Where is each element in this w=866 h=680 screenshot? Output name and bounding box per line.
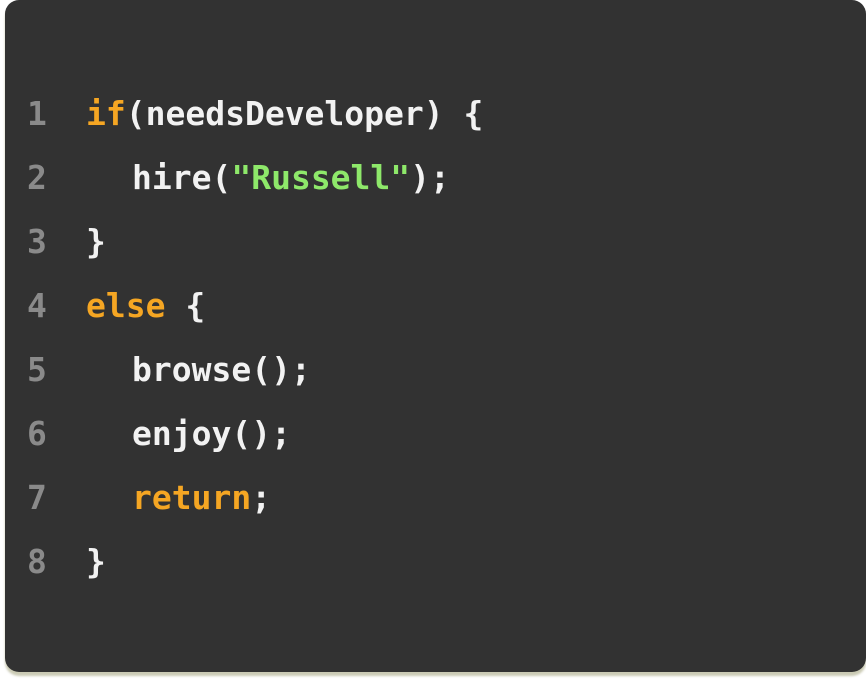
line-number: 4 — [27, 286, 47, 325]
code-text: enjoy(); — [86, 402, 291, 466]
code-line: 2 hire("Russell"); — [27, 146, 483, 210]
code-token: hire( — [132, 158, 232, 197]
code-line: 8 } — [27, 530, 483, 594]
code-line: 4 else { — [27, 274, 483, 338]
code-line: 1 if(needsDeveloper) { — [27, 82, 483, 146]
code-line: 3 } — [27, 210, 483, 274]
code-token: (needsDeveloper) { — [125, 94, 484, 133]
code-text: else { — [86, 274, 205, 338]
code-text: hire("Russell"); — [86, 146, 450, 210]
line-number: 2 — [27, 158, 47, 197]
line-number: 5 — [27, 350, 47, 389]
code-token: ; — [251, 478, 272, 517]
code-text: return; — [86, 466, 271, 530]
code-text: if(needsDeveloper) { — [86, 82, 483, 146]
code-lines: 1 if(needsDeveloper) { 2 hire("Russell")… — [27, 82, 483, 594]
code-token: { — [165, 286, 206, 325]
line-number: 7 — [27, 478, 47, 517]
line-number: 1 — [27, 94, 47, 133]
code-text: } — [86, 210, 106, 274]
code-token: enjoy(); — [132, 414, 291, 453]
code-line: 7 return; — [27, 466, 483, 530]
code-line: 5 browse(); — [27, 338, 483, 402]
line-number: 3 — [27, 222, 47, 261]
string-token: "Russell" — [231, 158, 411, 197]
line-number: 8 — [27, 542, 47, 581]
line-number: 6 — [27, 414, 47, 453]
keyword-token: return — [132, 478, 252, 517]
code-block: 1 if(needsDeveloper) { 2 hire("Russell")… — [5, 0, 866, 672]
keyword-token: else — [86, 286, 166, 325]
code-text: } — [86, 530, 106, 594]
code-token: } — [86, 222, 106, 261]
code-token: } — [86, 542, 106, 581]
code-text: browse(); — [86, 338, 311, 402]
code-line: 6 enjoy(); — [27, 402, 483, 466]
keyword-token: if — [86, 94, 126, 133]
code-token: ); — [410, 158, 450, 197]
code-token: browse(); — [132, 350, 311, 389]
